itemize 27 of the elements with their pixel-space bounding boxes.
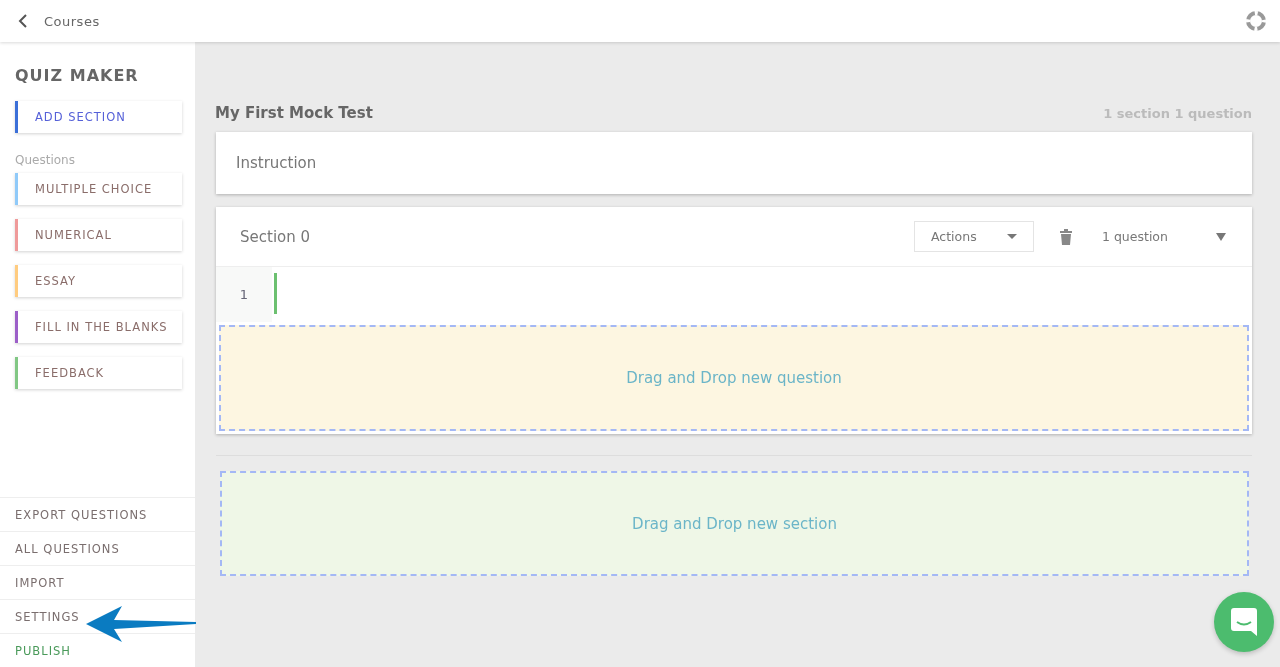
back-link[interactable]: Courses (44, 13, 100, 29)
question-type-button[interactable]: MULTIPLE CHOICE (15, 173, 182, 205)
actions-dropdown[interactable]: Actions (914, 221, 1034, 252)
question-type-button[interactable]: NUMERICAL (15, 219, 182, 251)
expand-triangle-icon[interactable] (1216, 232, 1226, 241)
question-type-button[interactable]: ESSAY (15, 265, 182, 297)
help-lifebuoy-icon[interactable] (1246, 11, 1266, 31)
caret-icon (1007, 234, 1017, 239)
chat-button[interactable] (1214, 592, 1274, 652)
sidebar-link[interactable]: IMPORT (0, 565, 195, 599)
trash-icon[interactable] (1060, 228, 1072, 245)
section-title: Section 0 (240, 227, 311, 246)
pointer-arrow-icon (86, 606, 196, 642)
test-title: My First Mock Test (215, 104, 373, 122)
question-bar (274, 273, 277, 314)
sidebar-link[interactable]: EXPORT QUESTIONS (0, 497, 195, 531)
back-chevron-icon[interactable] (18, 13, 28, 29)
question-count: 1 question (1102, 229, 1169, 244)
add-section-button[interactable]: ADD SECTION (15, 101, 182, 133)
questions-label: Questions (15, 153, 76, 167)
instruction-card[interactable]: Instruction (216, 132, 1252, 194)
chat-bubble-icon (1231, 608, 1257, 636)
sidebar-title: QUIZ MAKER (15, 66, 140, 85)
sidebar-link[interactable]: ALL QUESTIONS (0, 531, 195, 565)
question-number: 1 (216, 267, 272, 322)
question-type-button[interactable]: FILL IN THE BLANKS (15, 311, 182, 343)
question-type-button[interactable]: FEEDBACK (15, 357, 182, 389)
